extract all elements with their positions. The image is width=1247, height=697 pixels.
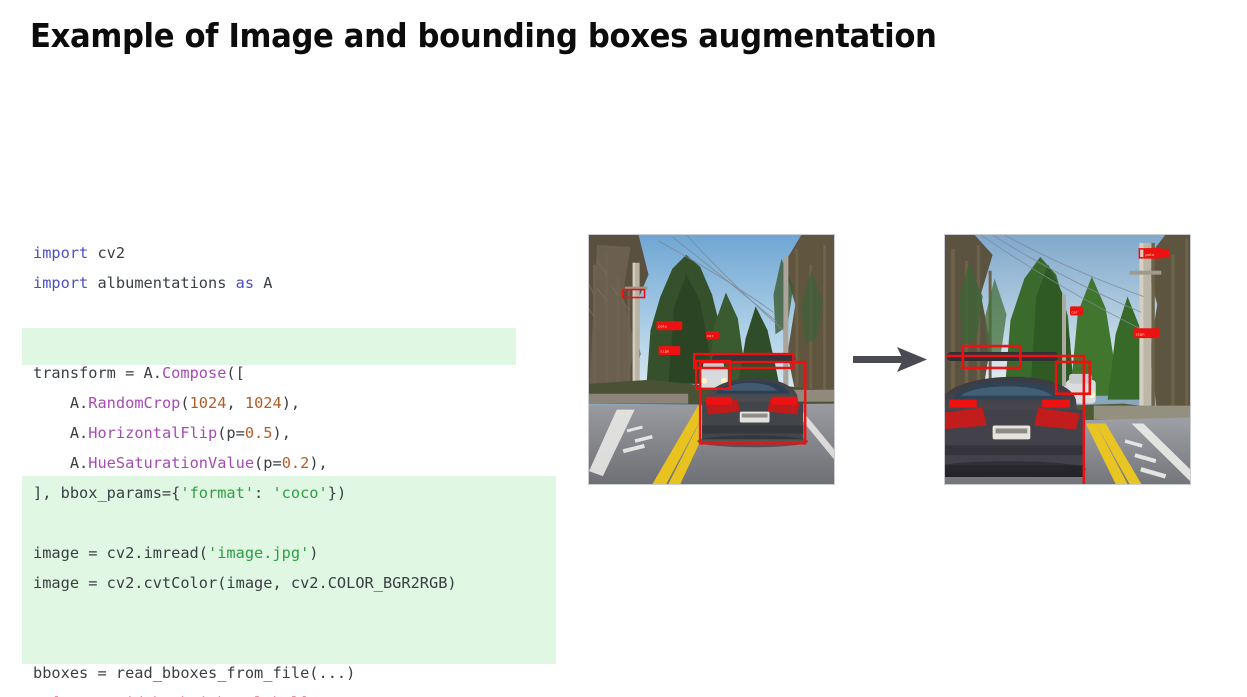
code-token-pln: ) (309, 544, 319, 562)
code-token-num: 1024 (189, 394, 227, 412)
code-token-num: 1024 (244, 394, 282, 412)
code-line: transform = A.Compose([ (0, 358, 580, 388)
code-token-pln: bboxes = read_bboxes_from_file(...) (33, 664, 356, 682)
code-line: image = cv2.cvtColor(image, cv2.COLOR_BG… (0, 568, 580, 598)
code-token-num: 0.5 (244, 424, 273, 442)
code-token-pln: ([ (226, 364, 245, 382)
svg-text:pole: pole (1145, 253, 1155, 257)
code-token-fn: HueSaturationValue (88, 454, 255, 472)
code-token-pln: ), (272, 424, 291, 442)
arrow-right-icon (853, 345, 931, 375)
code-token-str: 'image.jpg' (207, 544, 310, 562)
code-block: import cv2 import albumentations as Atran… (0, 118, 580, 697)
code-token-pln: image = cv2.cvtColor(image, cv2.COLOR_BG… (33, 574, 457, 592)
code-token-pln: }) (327, 484, 347, 502)
svg-text:car: car (1071, 310, 1079, 314)
code-line: # [x, y, width, height, label] (0, 688, 580, 697)
code-token-pln: (p= (254, 454, 282, 472)
code-token-pln: (p= (217, 424, 245, 442)
code-token-pln: A. (33, 394, 89, 412)
svg-text:sign: sign (1135, 333, 1144, 337)
code-token-kw: import (33, 244, 89, 262)
code-token-pln: albumentations (88, 274, 236, 292)
code-token-pln: ], bbox_params={ (33, 484, 181, 502)
code-token-pln: : (254, 484, 273, 502)
augmented-image: pole car sign (944, 234, 1191, 485)
code-token-pln: cv2 (88, 244, 126, 262)
code-token-pln: ), (281, 394, 301, 412)
slide-canvas: Example of Image and bounding boxes augm… (0, 0, 1247, 697)
code-token-fn: HorizontalFlip (88, 424, 218, 442)
code-token-pln: ( (180, 394, 190, 412)
code-token-pln: A. (33, 424, 89, 442)
code-token-num: 0.2 (281, 454, 310, 472)
page-title: Example of Image and bounding boxes augm… (30, 16, 937, 55)
svg-text:car: car (707, 334, 714, 338)
svg-text:pole: pole (658, 325, 667, 329)
code-line: image = cv2.imread('image.jpg') (0, 538, 580, 568)
code-line: A.HorizontalFlip(p=0.5), (0, 418, 580, 448)
code-token-pln: , (226, 394, 245, 412)
code-token-kw: as (235, 274, 255, 292)
code-token-pln: ), (309, 454, 328, 472)
code-line: import cv2 (0, 238, 580, 268)
code-line: bboxes = read_bboxes_from_file(...) (0, 658, 580, 688)
code-lines: import cv2 import albumentations as Atran… (0, 238, 580, 697)
code-token-str: 'format' (180, 484, 255, 502)
code-line: ], bbox_params={'format': 'coco'}) (0, 478, 580, 508)
code-line: A.RandomCrop(1024, 1024), (0, 388, 580, 418)
code-token-fn: Compose (161, 364, 227, 382)
code-token-fn: RandomCrop (88, 394, 181, 412)
augmented-image-render: pole car sign (945, 235, 1190, 484)
code-token-pln: A. (33, 454, 89, 472)
code-token-pln: transform = A. (33, 364, 162, 382)
code-token-kw: import (33, 274, 89, 292)
original-image-render: pole car sign (589, 235, 834, 484)
code-token-pln: A (254, 274, 273, 292)
svg-text:sign: sign (660, 350, 669, 354)
code-line: import albumentations as A (0, 268, 580, 298)
code-token-pln: image = cv2.imread( (33, 544, 208, 562)
code-token-str: 'coco' (272, 484, 328, 502)
original-image: pole car sign (588, 234, 835, 485)
code-line: A.HueSaturationValue(p=0.2), (0, 448, 580, 478)
